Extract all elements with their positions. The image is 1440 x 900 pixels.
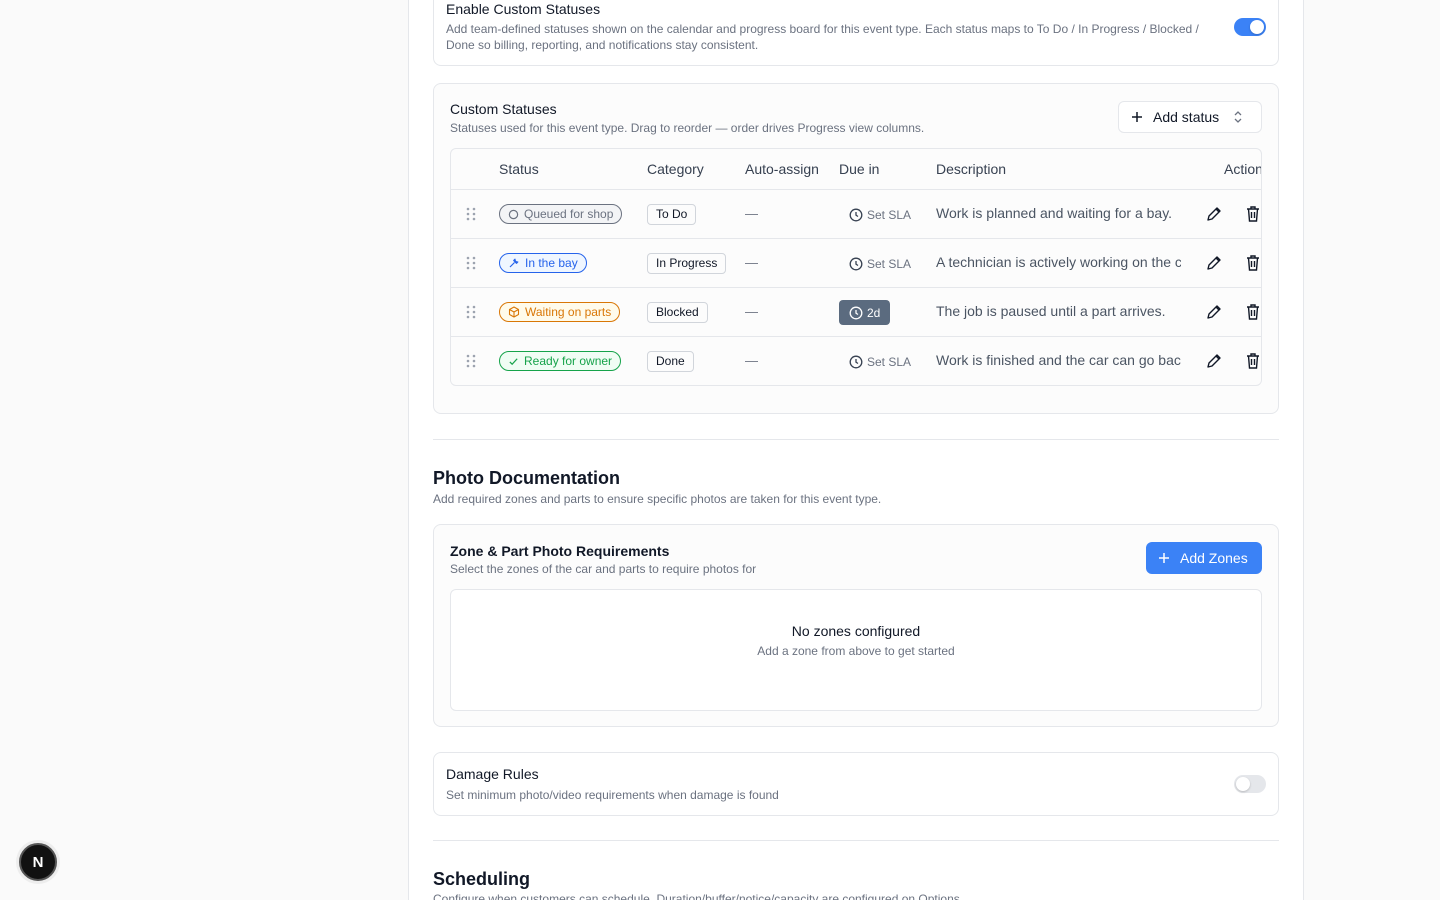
clock-icon [849, 306, 863, 319]
table-header: Status Category Auto-assign Due in Descr… [451, 149, 1261, 190]
fab-label: N [32, 853, 44, 871]
auto-assign-value: — [745, 206, 758, 221]
table-row: Ready for owner Done — Set SLA Work is f… [451, 337, 1261, 385]
set-sla-button[interactable]: Set SLA [839, 251, 921, 276]
pencil-icon[interactable] [1205, 254, 1223, 272]
auto-assign-value: — [745, 304, 758, 319]
status-name: Waiting on parts [525, 305, 612, 319]
wrench-icon [509, 258, 519, 268]
trash-icon[interactable] [1245, 205, 1261, 223]
status-badge: Queued for shop [499, 204, 623, 224]
package-icon [508, 306, 520, 318]
circle-icon [508, 209, 519, 219]
trash-icon[interactable] [1245, 303, 1261, 321]
column-due-in: Due in [839, 161, 880, 177]
status-name: In the bay [525, 256, 578, 270]
photo-documentation-title: Photo Documentation [433, 468, 620, 488]
status-badge: Ready for owner [499, 351, 622, 371]
add-status-button[interactable]: Add status [1118, 101, 1262, 133]
damage-rules-card: Damage Rules Set minimum photo/video req… [433, 752, 1279, 816]
table-row: Waiting on parts Blocked — 2d The job is… [451, 288, 1261, 337]
table-row: In the bay In Progress — Set SLA A techn… [451, 239, 1261, 288]
toggle-knob [1236, 777, 1250, 791]
drag-handle-icon[interactable] [465, 207, 477, 221]
pencil-icon[interactable] [1205, 303, 1223, 321]
zones-empty-state: No zones configured Add a zone from abov… [450, 589, 1262, 711]
drag-handle-icon[interactable] [465, 256, 477, 270]
custom-statuses-title: Custom Statuses [450, 101, 557, 117]
table-row: Queued for shop To Do — Set SLA Work is … [451, 190, 1261, 239]
custom-statuses-card: Custom Statuses Statuses used for this e… [433, 83, 1279, 414]
drag-handle-icon[interactable] [465, 305, 477, 319]
sla-badge[interactable]: 2d [839, 300, 891, 325]
enable-custom-statuses-card: Enable Custom Statuses Add team-defined … [433, 0, 1279, 66]
sla-label: Set SLA [867, 354, 912, 369]
status-description: Work is finished and the car can go back… [936, 352, 1181, 368]
add-zones-label: Add Zones [1180, 550, 1248, 566]
custom-statuses-table: Status Category Auto-assign Due in Descr… [450, 148, 1262, 386]
empty-state-title: No zones configured [791, 623, 921, 639]
scheduling-title: Scheduling [433, 869, 531, 889]
zone-part-photo-card: Zone & Part Photo Requirements Select th… [433, 524, 1279, 727]
status-name: Queued for shop [524, 207, 614, 221]
auto-assign-value: — [745, 353, 758, 368]
damage-rules-toggle[interactable] [1234, 775, 1266, 793]
trash-icon[interactable] [1245, 352, 1261, 370]
settings-panel: Enable Custom Statuses Add team-defined … [408, 0, 1304, 900]
photo-documentation-description: Add required zones and parts to ensure s… [433, 492, 882, 506]
sla-label: Set SLA [867, 207, 912, 222]
enable-custom-statuses-title: Enable Custom Statuses [446, 1, 601, 17]
section-divider [433, 840, 1279, 841]
column-description: Description [936, 161, 1007, 177]
plus-icon [1159, 553, 1169, 563]
pencil-icon[interactable] [1205, 352, 1223, 370]
add-status-label: Add status [1153, 109, 1220, 125]
status-name: Ready for owner [524, 354, 613, 368]
status-badge: In the bay [499, 253, 587, 273]
set-sla-button[interactable]: Set SLA [839, 349, 921, 374]
add-zones-button[interactable]: Add Zones [1146, 542, 1262, 574]
column-auto-assign: Auto-assign [745, 161, 819, 177]
app-launcher-button[interactable]: N [19, 843, 57, 881]
sla-label: Set SLA [867, 256, 912, 271]
column-status: Status [499, 161, 539, 177]
status-badge: Waiting on parts [499, 302, 621, 322]
pencil-icon[interactable] [1205, 205, 1223, 223]
toggle-knob [1250, 20, 1264, 34]
clock-icon [849, 208, 863, 221]
category-badge: To Do [647, 204, 697, 225]
status-description: Work is planned and waiting for a bay. [936, 205, 1173, 221]
category-badge: Done [647, 351, 694, 372]
check-icon [509, 357, 518, 365]
auto-assign-value: — [745, 255, 758, 270]
scheduling-description: Configure when customers can schedule. D… [433, 892, 964, 900]
damage-rules-title: Damage Rules [446, 766, 539, 782]
drag-handle-icon[interactable] [465, 354, 477, 368]
zone-part-photo-description: Select the zones of the car and parts to… [450, 562, 757, 576]
clock-icon [849, 257, 863, 270]
section-divider [433, 439, 1279, 440]
status-description: The job is paused until a part arrives. [936, 303, 1166, 319]
category-badge: In Progress [647, 253, 727, 274]
clock-icon [849, 355, 863, 368]
status-description: A technician is actively working on the … [936, 254, 1181, 270]
enable-custom-statuses-description: Add team-defined statuses shown on the c… [446, 22, 1199, 52]
column-category: Category [647, 161, 704, 177]
set-sla-button[interactable]: Set SLA [839, 202, 921, 227]
column-actions: Actions [1224, 161, 1261, 177]
custom-statuses-description: Statuses used for this event type. Drag … [450, 121, 925, 135]
plus-icon [1132, 112, 1142, 122]
empty-state-description: Add a zone from above to get started [757, 644, 955, 658]
enable-custom-statuses-toggle[interactable] [1234, 18, 1266, 36]
zone-part-photo-title: Zone & Part Photo Requirements [450, 543, 670, 559]
chevrons-up-down-icon [1234, 111, 1242, 123]
category-badge: Blocked [647, 302, 708, 323]
damage-rules-description: Set minimum photo/video requirements whe… [446, 788, 779, 802]
trash-icon[interactable] [1245, 254, 1261, 272]
sla-label: 2d [867, 305, 881, 320]
